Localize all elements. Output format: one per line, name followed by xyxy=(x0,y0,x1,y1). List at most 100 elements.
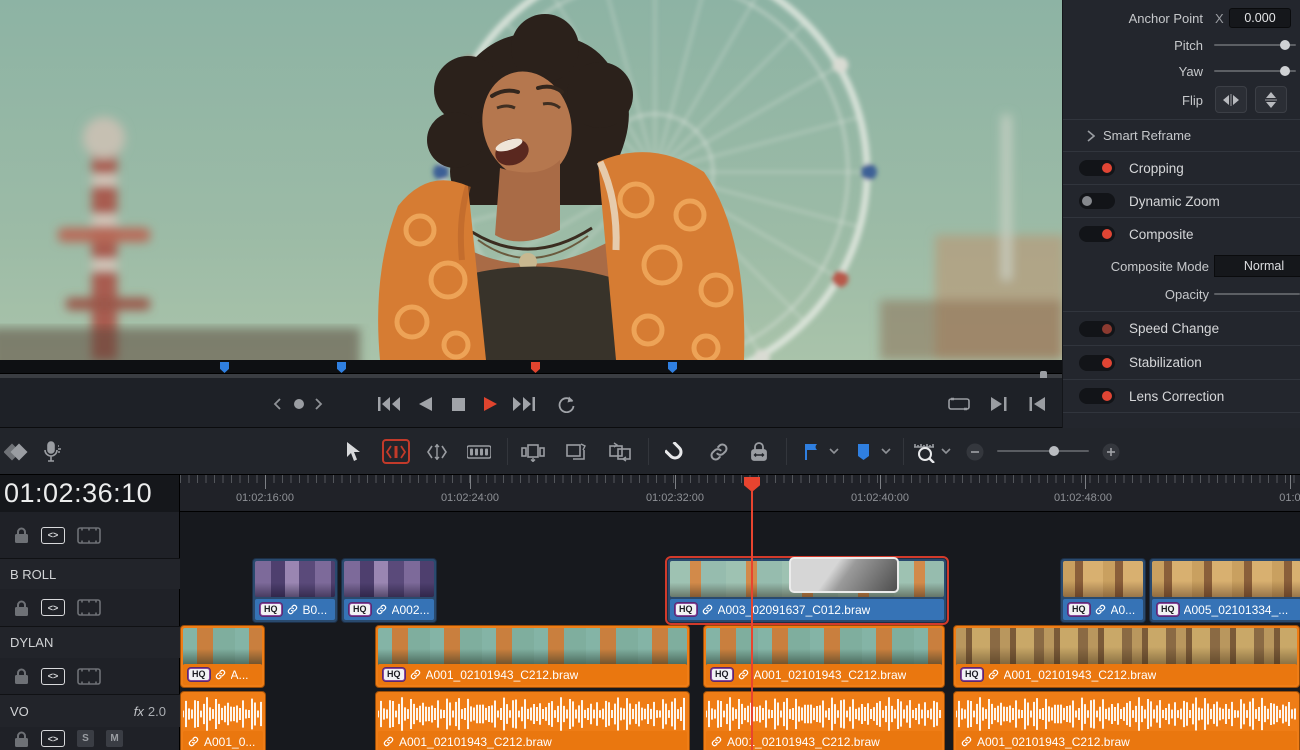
solo-button[interactable]: S xyxy=(77,730,94,747)
play-from-in-icon[interactable] xyxy=(1024,392,1050,416)
marker-dropdown-chevron-icon[interactable] xyxy=(878,439,894,464)
timeline-clip[interactable]: HQ A002... xyxy=(341,558,437,623)
lock-icon[interactable] xyxy=(14,527,29,543)
auto-select-icon[interactable]: <> xyxy=(41,730,65,747)
filmstrip-icon[interactable] xyxy=(77,668,101,685)
play-to-out-icon[interactable] xyxy=(986,392,1012,416)
mute-button[interactable]: M xyxy=(106,730,123,747)
play-reverse-button[interactable] xyxy=(412,392,438,416)
lock-icon[interactable] xyxy=(14,731,29,747)
timeline-clip[interactable]: HQ B0... xyxy=(252,558,338,623)
overwrite-clip-icon[interactable] xyxy=(563,439,589,464)
snapping-magnet-icon[interactable] xyxy=(662,439,688,464)
zoom-dropdown-chevron-icon[interactable] xyxy=(938,439,954,464)
transition-handle[interactable] xyxy=(789,557,899,593)
loop-playback-icon[interactable] xyxy=(553,392,579,416)
hq-badge: HQ xyxy=(711,668,733,681)
selection-mode-icon[interactable] xyxy=(340,439,366,464)
link-icon xyxy=(702,604,713,615)
timeline-clip[interactable]: HQ A001_02101943_C212.braw xyxy=(703,625,945,688)
timeline-audio-clip[interactable]: A001_02101943_C212.braw xyxy=(703,691,945,750)
track-name-dylan[interactable]: DYLAN xyxy=(0,626,180,658)
link-icon xyxy=(1095,604,1106,615)
speed-change-toggle[interactable] xyxy=(1079,321,1115,337)
blade-edit-mode-icon[interactable] xyxy=(466,439,492,464)
flip-vertical-button[interactable] xyxy=(1255,86,1287,113)
replace-clip-icon[interactable] xyxy=(607,439,633,464)
audio-waveform xyxy=(706,694,942,734)
link-icon xyxy=(383,736,394,747)
anchor-x-input[interactable]: 0.000 xyxy=(1229,8,1291,28)
timeline-zoom-slider-handle[interactable] xyxy=(1049,446,1059,456)
lock-icon[interactable] xyxy=(14,668,29,684)
timeline-zoom-slider[interactable] xyxy=(997,450,1089,452)
marker-icon[interactable] xyxy=(850,439,876,464)
auto-select-icon[interactable]: <> xyxy=(41,599,65,616)
marker-flag-red[interactable] xyxy=(531,362,540,373)
smart-reframe-section[interactable]: Smart Reframe xyxy=(1063,120,1300,151)
track-header-v2-controls: <> xyxy=(0,512,180,558)
go-to-start-button[interactable] xyxy=(376,392,402,416)
play-button[interactable] xyxy=(477,392,503,416)
flip-horizontal-button[interactable] xyxy=(1215,86,1247,113)
filmstrip-icon[interactable] xyxy=(77,599,101,616)
flag-icon[interactable] xyxy=(798,439,824,464)
dynamic-trim-mode-icon[interactable] xyxy=(424,439,450,464)
filmstrip-icon[interactable] xyxy=(77,527,101,544)
auto-select-icon[interactable]: <> xyxy=(41,668,65,685)
timeline-panel: 01:02:36:10 01:02:16:00 01:02:24:00 01:0… xyxy=(0,475,1300,750)
stop-button[interactable] xyxy=(445,392,471,416)
position-lock-icon[interactable] xyxy=(746,439,772,464)
transitions-icon[interactable] xyxy=(4,439,30,464)
auto-select-icon[interactable]: <> xyxy=(41,527,65,544)
pitch-slider[interactable] xyxy=(1214,44,1296,46)
zoom-out-button[interactable] xyxy=(962,439,988,464)
lock-icon[interactable] xyxy=(14,600,29,616)
opacity-label: Opacity xyxy=(1079,287,1209,302)
timeline-clip[interactable]: HQ A0... xyxy=(1060,558,1146,623)
dynamic-zoom-toggle[interactable] xyxy=(1079,193,1115,209)
voiceover-mic-icon[interactable] xyxy=(40,439,66,464)
jog-forward-icon[interactable] xyxy=(306,392,332,416)
go-to-end-button[interactable] xyxy=(511,392,537,416)
link-clips-icon[interactable] xyxy=(706,439,732,464)
speed-change-row: Speed Change xyxy=(1063,312,1300,345)
marker-flag-blue[interactable] xyxy=(668,362,677,373)
viewer-scrub-strip[interactable] xyxy=(0,360,1062,374)
marker-flag-blue[interactable] xyxy=(337,362,346,373)
timeline-clip[interactable]: HQ A005_02101334_... xyxy=(1149,558,1300,623)
dynamic-zoom-row: Dynamic Zoom xyxy=(1063,185,1300,217)
flag-dropdown-chevron-icon[interactable] xyxy=(826,439,842,464)
insert-clip-icon[interactable] xyxy=(520,439,546,464)
trim-edit-mode-icon[interactable] xyxy=(382,439,410,464)
link-icon xyxy=(738,669,749,680)
composite-row: Composite xyxy=(1063,218,1300,250)
stabilization-toggle[interactable] xyxy=(1079,355,1115,371)
track-fx-badge: fx2.0 xyxy=(134,704,166,719)
hq-badge: HQ xyxy=(675,603,697,616)
yaw-slider[interactable] xyxy=(1214,70,1296,72)
composite-toggle[interactable] xyxy=(1079,226,1115,242)
cropping-toggle[interactable] xyxy=(1079,160,1115,176)
timeline-ruler[interactable]: 01:02:16:00 01:02:24:00 01:02:32:00 01:0… xyxy=(180,475,1300,512)
link-icon xyxy=(287,604,298,615)
timeline-clip[interactable]: HQ A001_02101943_C212.braw xyxy=(953,625,1300,688)
loop-range-icon[interactable] xyxy=(946,392,972,416)
composite-label: Composite xyxy=(1129,227,1194,242)
timeline-audio-clip[interactable]: A001_02101943_C212.braw xyxy=(375,691,690,750)
timeline-audio-clip[interactable]: A001_0... xyxy=(180,691,266,750)
composite-mode-select[interactable]: Normal xyxy=(1214,255,1300,277)
track-header-a2-controls: <> S M xyxy=(0,727,180,750)
timeline-zoom-tool-icon[interactable] xyxy=(912,439,938,464)
track-name-vo[interactable]: VO fx2.0 xyxy=(0,694,180,727)
video-viewer[interactable] xyxy=(0,0,1062,360)
lens-correction-toggle[interactable] xyxy=(1079,388,1115,404)
marker-flag-blue[interactable] xyxy=(220,362,229,373)
hq-badge: HQ xyxy=(1157,603,1179,616)
timeline-clip[interactable]: HQ A001_02101943_C212.braw xyxy=(375,625,690,688)
opacity-slider[interactable] xyxy=(1214,293,1300,295)
track-name-broll[interactable]: B ROLL xyxy=(0,558,180,589)
timeline-audio-clip[interactable]: A001_02101943_C212.braw xyxy=(953,691,1300,750)
zoom-in-button[interactable] xyxy=(1098,439,1124,464)
timeline-clip[interactable]: HQ A... xyxy=(180,625,265,688)
